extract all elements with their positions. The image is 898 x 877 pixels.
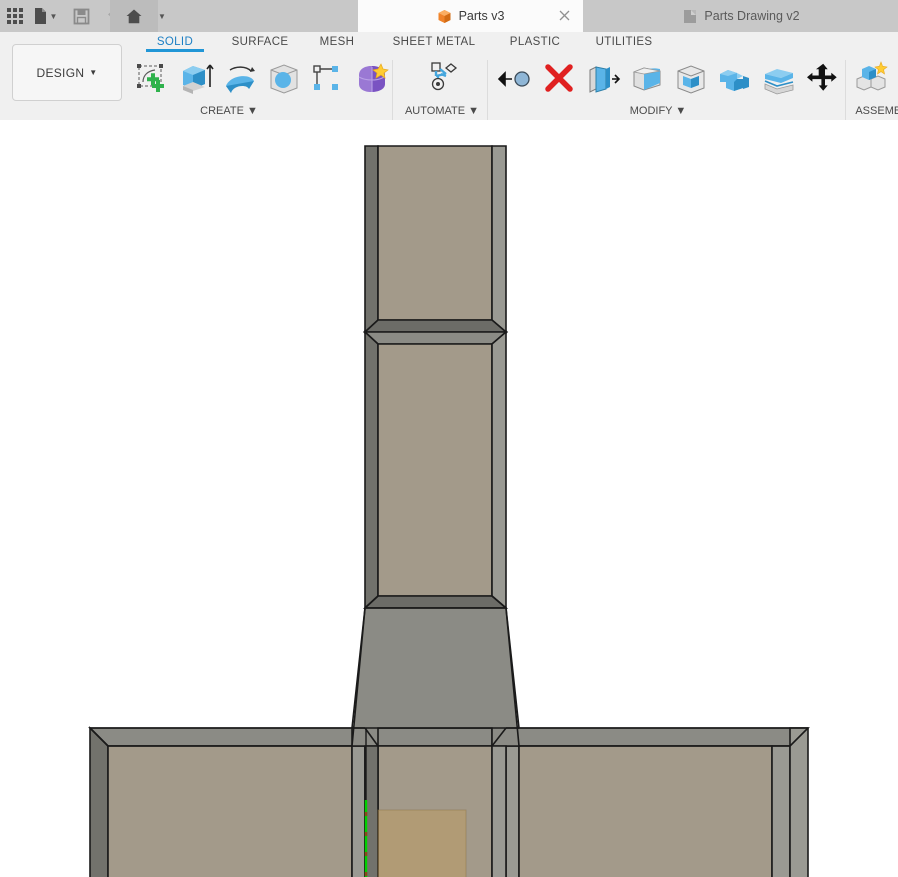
3d-viewport[interactable]: .e{stroke:#1a1a1a;stroke-width:1.6;strok… [0,120,898,877]
tab-plastic[interactable]: PLASTIC [502,36,568,48]
document-tab-drawing[interactable]: Parts Drawing v2 [585,0,898,32]
form-icon[interactable] [350,58,394,100]
automate-panel-label[interactable]: AUTOMATE ▼ [400,105,484,117]
workspace-label: DESIGN [36,65,85,80]
combine-icon[interactable] [713,58,757,100]
assemble-panel-label[interactable]: ASSEMBLE [851,105,898,117]
shell-icon[interactable] [669,58,713,100]
fusion-360-window: ▼ ▼ ▼ Parts v3 [0,0,898,877]
sphere-icon[interactable] [262,58,306,100]
modify-panel: MODIFY ▼ [493,58,845,117]
workspace-selector[interactable]: DESIGN ▼ [12,44,122,101]
tab-label: SURFACE [231,36,289,48]
fillet-icon[interactable] [625,58,669,100]
mesh-pattern-icon[interactable] [306,58,350,100]
assemble-panel: ASSEMBLE [851,58,898,117]
move-copy-icon[interactable] [801,58,845,100]
tab-label: SHEET METAL [392,36,476,48]
create-sketch-icon[interactable] [130,58,174,100]
tab-label: MESH [319,36,355,48]
create-panel-label[interactable]: CREATE ▼ [174,105,284,117]
drawing-sheet-icon [683,9,697,24]
tab-surface[interactable]: SURFACE [222,36,298,48]
panel-divider [845,60,846,122]
panel-divider [487,60,488,122]
home-icon[interactable] [110,0,158,32]
new-component-icon[interactable] [851,58,895,100]
tab-mesh[interactable]: MESH [312,36,362,48]
tab-label: UTILITIES [595,36,653,48]
tab-label: PLASTIC [509,36,561,48]
offset-face-icon[interactable] [581,58,625,100]
revolve-icon[interactable] [218,58,262,100]
tab-utilities[interactable]: UTILITIES [586,36,662,48]
ribbon: DESIGN ▼ SOLID SURFACE MESH SHEET METAL … [0,32,898,122]
document-tab-label: Parts Drawing v2 [704,9,800,23]
tab-sheet-metal[interactable]: SHEET METAL [380,36,488,48]
chevron-down-icon[interactable]: ▼ [158,12,166,21]
split-body-icon[interactable] [757,58,801,100]
new-file-icon[interactable]: ▼ [30,1,60,31]
press-pull-icon[interactable] [493,58,537,100]
document-tab-parts[interactable]: Parts v3 [358,0,583,32]
active-tab-underline [146,49,204,52]
chevron-down-icon[interactable]: ▼ [89,68,97,77]
document-tab-label: Parts v3 [458,9,505,23]
save-icon[interactable] [66,1,96,31]
close-icon[interactable] [558,9,571,22]
tab-solid[interactable]: SOLID [146,36,204,52]
chevron-down-icon[interactable]: ▼ [50,12,58,21]
orange-cube-icon [437,9,452,24]
title-bar: ▼ ▼ ▼ Parts v3 [0,0,898,32]
automate-panel: AUTOMATE ▼ [400,58,484,117]
delete-icon[interactable] [537,58,581,100]
create-panel: CREATE ▼ [130,58,394,117]
extrude-icon[interactable] [174,58,218,100]
app-grid-icon[interactable] [0,1,30,31]
panel-divider [392,60,393,122]
automate-icon[interactable] [400,58,484,100]
modify-panel-label[interactable]: MODIFY ▼ [598,105,718,117]
tab-label: SOLID [156,36,194,48]
